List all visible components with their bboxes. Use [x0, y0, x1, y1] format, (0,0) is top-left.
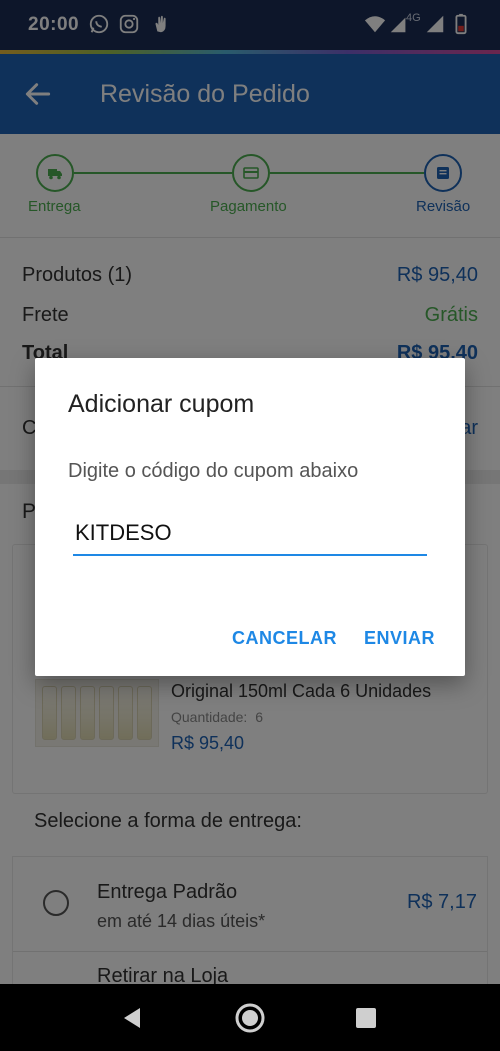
dialog-message: Digite o código do cupom abaixo — [68, 460, 359, 482]
submit-button[interactable]: ENVIAR — [364, 628, 435, 649]
coupon-code-input[interactable] — [73, 518, 427, 556]
dialog-title: Adicionar cupom — [68, 390, 255, 418]
recents-square-icon[interactable] — [350, 1002, 382, 1034]
cancel-button[interactable]: CANCELAR — [232, 628, 337, 649]
back-triangle-icon[interactable] — [116, 1002, 148, 1034]
system-nav-bar — [0, 984, 500, 1051]
home-circle-icon[interactable] — [234, 1002, 266, 1034]
add-coupon-dialog: Adicionar cupom Digite o código do cupom… — [35, 358, 465, 676]
